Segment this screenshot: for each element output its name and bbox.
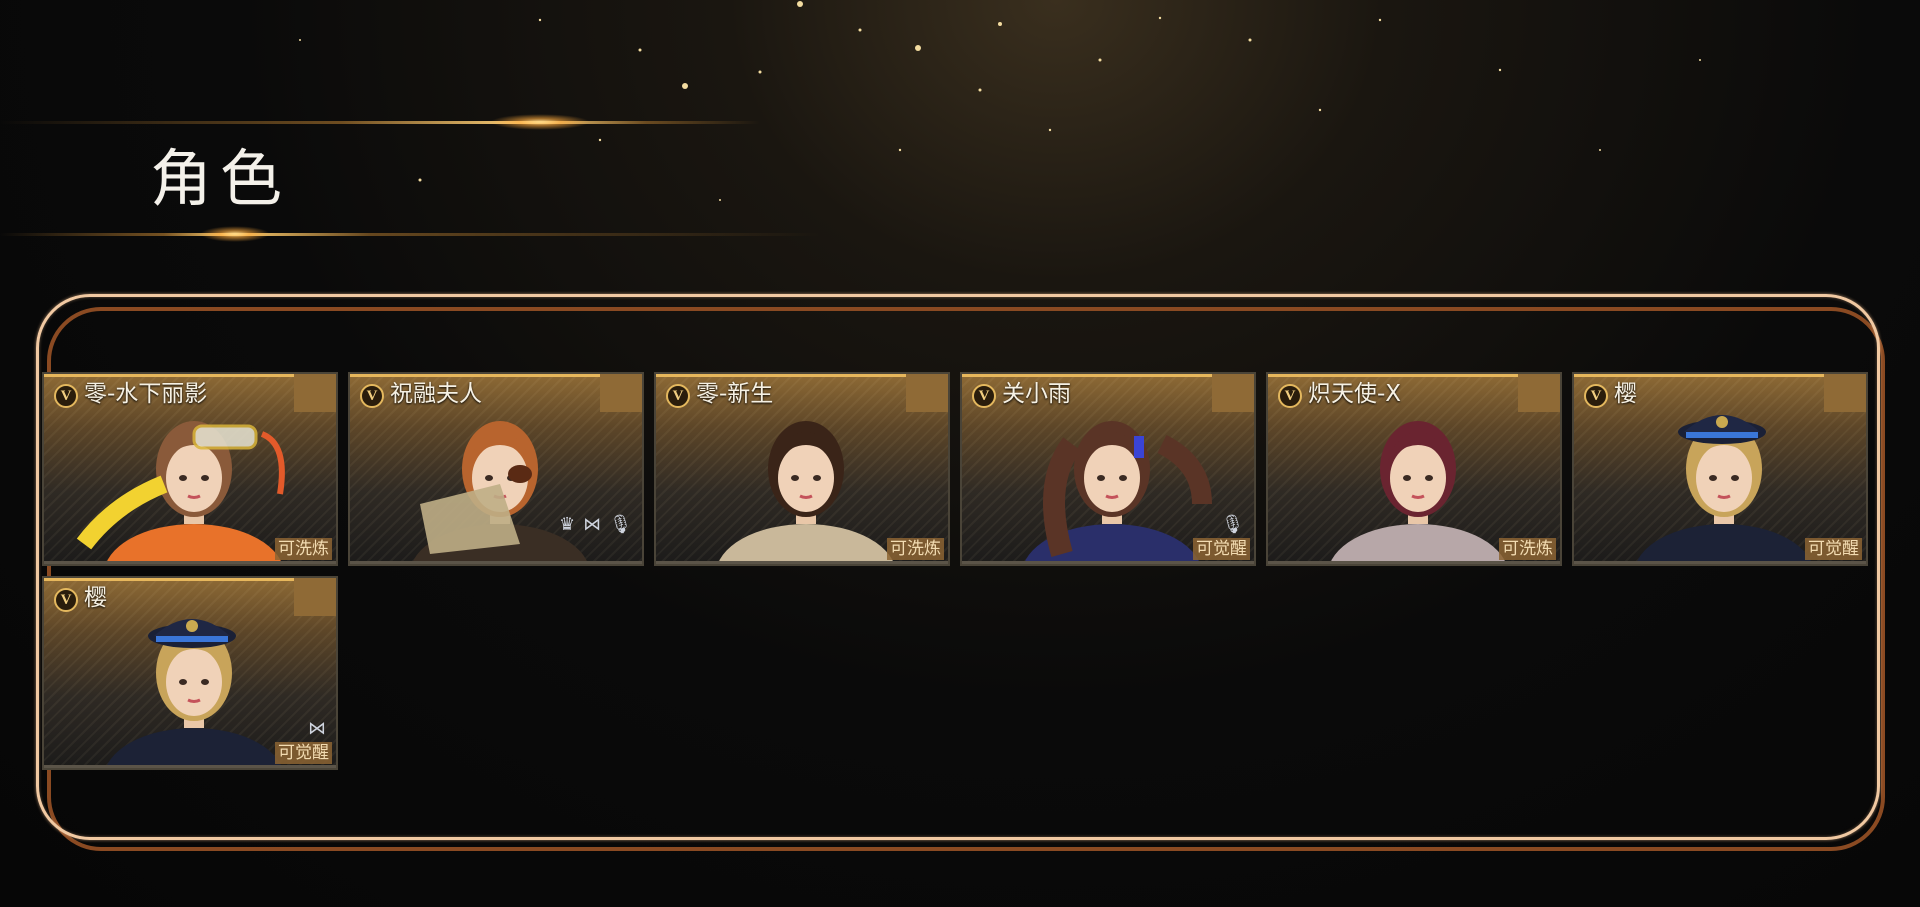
card-corner-accent	[1212, 374, 1254, 412]
header-glow-line-bottom	[0, 233, 820, 236]
character-name: 樱	[1614, 381, 1637, 407]
card-bottom-bar	[44, 561, 336, 564]
mic-icon: 🎙	[609, 514, 632, 535]
header-flare-bottom	[200, 226, 270, 242]
character-card[interactable]: V 关小雨 🎙 可觉醒	[960, 372, 1256, 566]
character-status: 可洗炼	[275, 538, 332, 560]
card-bottom-bar	[44, 765, 336, 768]
bow-icon: ⋈	[308, 718, 326, 739]
card-icons: ♛ ⋈ 🎙	[559, 516, 632, 534]
vip-badge-icon: V	[54, 384, 78, 408]
card-bottom-bar	[962, 561, 1254, 564]
page-title: 角色	[150, 142, 291, 215]
mic-icon: 🎙	[1221, 514, 1244, 535]
card-bottom-bar	[1574, 561, 1866, 564]
card-corner-accent	[600, 374, 642, 412]
character-name: 炽天使-X	[1308, 381, 1402, 407]
character-status: 可洗炼	[887, 538, 944, 560]
vip-badge-icon: V	[1278, 384, 1302, 408]
card-corner-accent	[294, 374, 336, 412]
character-card[interactable]: V 樱 ⋈ 可觉醒	[42, 576, 338, 770]
card-bottom-bar	[656, 561, 948, 564]
card-bottom-bar	[350, 561, 642, 564]
bow-icon: ⋈	[583, 514, 602, 535]
character-name: 关小雨	[1002, 381, 1071, 407]
card-corner-accent	[1518, 374, 1560, 412]
character-card[interactable]: V 零-新生可洗炼	[654, 372, 950, 566]
character-status: 可觉醒	[1193, 538, 1250, 560]
character-name: 零-新生	[696, 381, 774, 407]
card-corner-accent	[906, 374, 948, 412]
character-card[interactable]: V 樱可觉醒	[1572, 372, 1868, 566]
header-flare-top	[490, 114, 590, 130]
character-name: 零-水下丽影	[84, 381, 208, 407]
character-name: 祝融夫人	[390, 381, 482, 407]
character-status: 可洗炼	[1499, 538, 1556, 560]
card-icons: 🎙	[1221, 516, 1244, 534]
character-card[interactable]: V 炽天使-X 可洗炼	[1266, 372, 1562, 566]
vip-badge-icon: V	[360, 384, 384, 408]
character-name: 樱	[84, 585, 107, 611]
character-status: 可觉醒	[275, 742, 332, 764]
card-icons: ⋈	[308, 720, 326, 738]
vip-badge-icon: V	[972, 384, 996, 408]
header-glow-line-top	[0, 121, 760, 124]
character-card[interactable]: V 零-水下丽影可洗炼	[42, 372, 338, 566]
character-status: 可觉醒	[1805, 538, 1862, 560]
card-corner-accent	[294, 578, 336, 616]
character-card[interactable]: V 祝融夫人 ♛ ⋈ 🎙	[348, 372, 644, 566]
vip-badge-icon: V	[666, 384, 690, 408]
vip-badge-icon: V	[54, 588, 78, 612]
crown-icon: ♛	[559, 514, 576, 535]
card-corner-accent	[1824, 374, 1866, 412]
card-bottom-bar	[1268, 561, 1560, 564]
vip-badge-icon: V	[1584, 384, 1608, 408]
